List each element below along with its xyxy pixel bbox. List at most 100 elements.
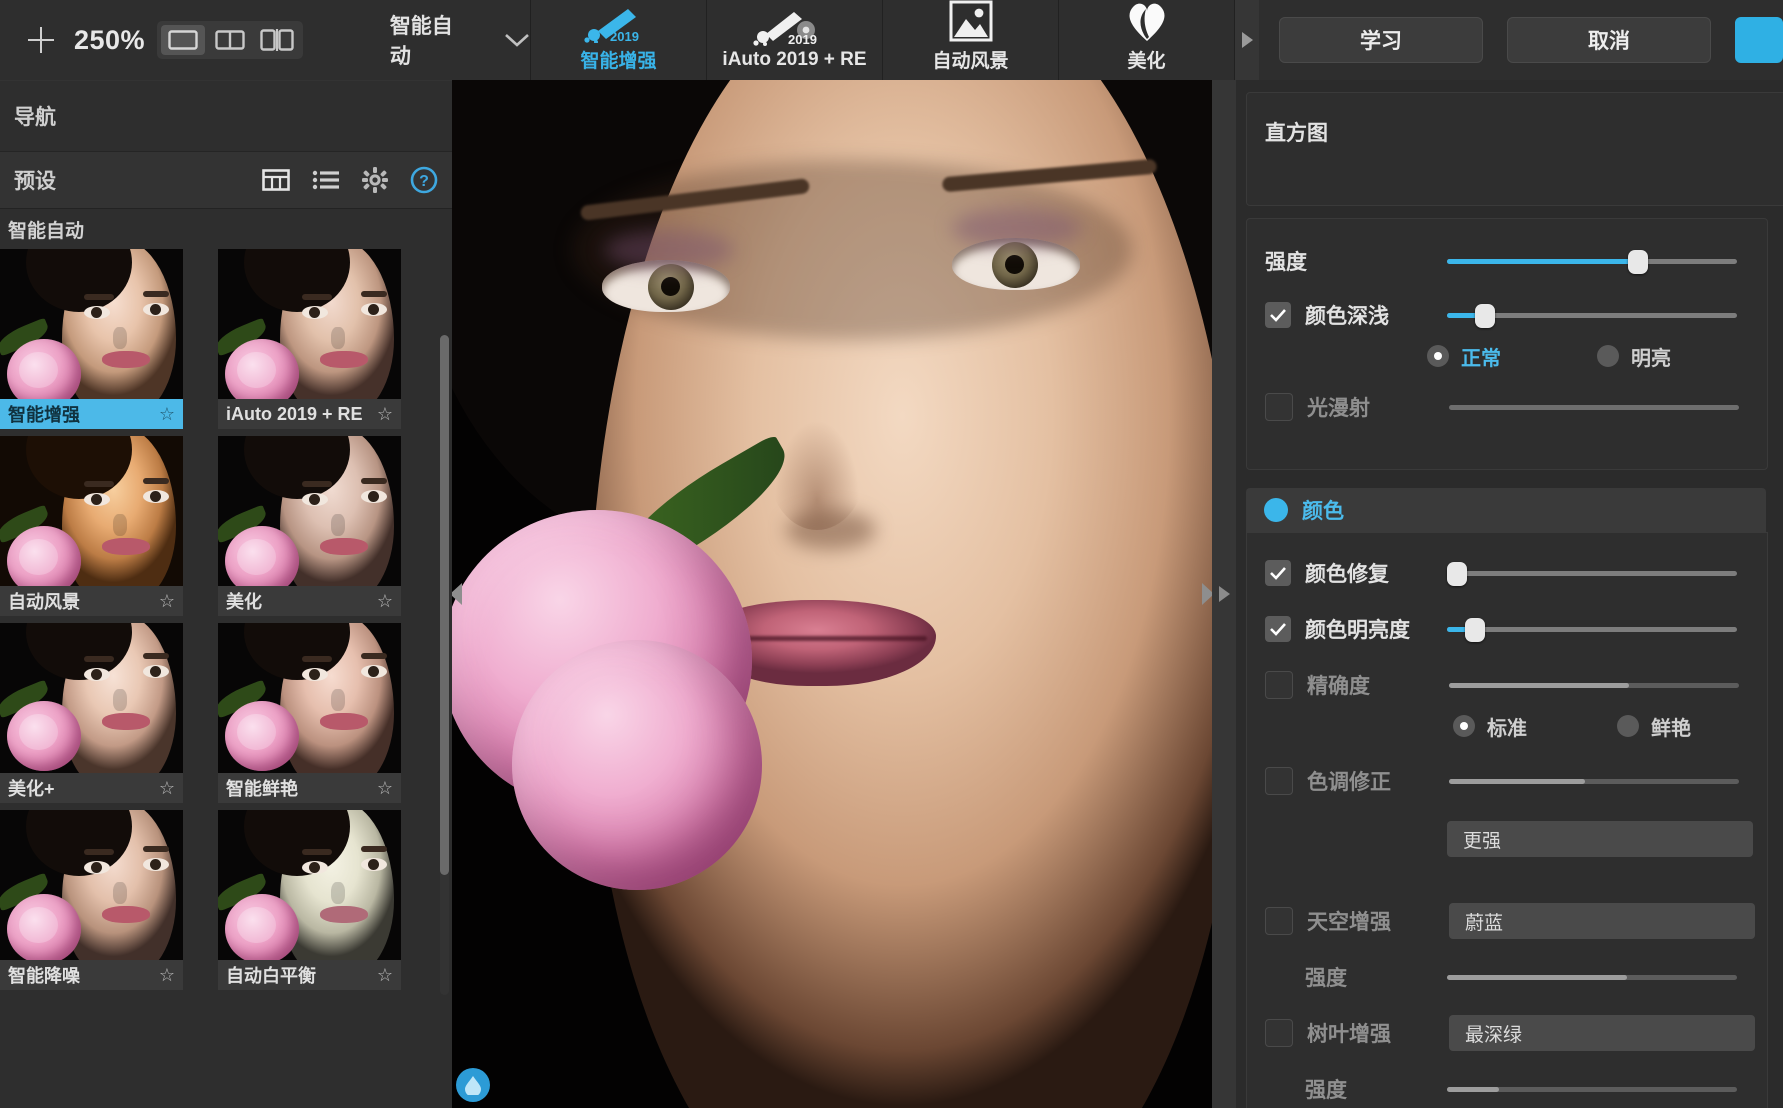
preset-card-2[interactable]: 自动风景 ☆ bbox=[0, 436, 183, 616]
preset-thumbnail[interactable] bbox=[218, 436, 401, 586]
water-drop-icon[interactable] bbox=[456, 1068, 490, 1102]
tone-radio-normal[interactable]: 正常 bbox=[1427, 342, 1501, 371]
preset-card-1[interactable]: iAuto 2019 + RE ☆ bbox=[218, 249, 401, 429]
preset-caption: 自动风景 ☆ bbox=[0, 586, 183, 616]
mode-selector[interactable]: 智能自动 bbox=[390, 10, 530, 70]
preset-card-7[interactable]: 自动白平衡 ☆ bbox=[218, 810, 401, 990]
toolbar-preset-iauto-re[interactable]: 2019 iAuto 2019 + RE bbox=[707, 0, 883, 80]
preset-caption: 智能降噪 ☆ bbox=[0, 960, 183, 990]
favorite-star-icon[interactable]: ☆ bbox=[377, 965, 393, 986]
preset-grid: 智能增强 ☆ iAuto 2019 + RE ☆ 自动风景 ☆ 美化 ☆ 美化+… bbox=[0, 249, 452, 997]
strength-label: 强度 bbox=[1265, 251, 1307, 274]
color-restore-slider[interactable] bbox=[1446, 562, 1737, 586]
leaf-enhance-checkbox[interactable] bbox=[1265, 1019, 1293, 1047]
color-brightness-checkbox[interactable] bbox=[1265, 616, 1291, 642]
accuracy-row: 精确度 bbox=[1247, 665, 1767, 705]
compare-pane-icon[interactable] bbox=[255, 25, 299, 55]
strength-card: 强度 颜色深浅 正常 明亮 光漫射 bbox=[1246, 218, 1768, 470]
sky-enhance-label: 天空增强 bbox=[1307, 911, 1391, 934]
toolbar-scroll-right-icon[interactable] bbox=[1235, 0, 1259, 80]
navigator-header[interactable]: 导航 bbox=[0, 80, 452, 152]
preset-thumbnail[interactable] bbox=[218, 249, 401, 399]
favorite-star-icon[interactable]: ☆ bbox=[377, 778, 393, 799]
triangle-left-icon[interactable] bbox=[452, 577, 466, 611]
preset-caption: iAuto 2019 + RE ☆ bbox=[218, 399, 401, 429]
preset-scrollbar[interactable] bbox=[440, 335, 449, 995]
favorite-star-icon[interactable]: ☆ bbox=[377, 591, 393, 612]
face-tone-checkbox[interactable] bbox=[1265, 302, 1291, 328]
preset-card-6[interactable]: 智能降噪 ☆ bbox=[0, 810, 183, 990]
accuracy-radio-vivid[interactable]: 鲜艳 bbox=[1617, 712, 1691, 741]
preset-card-0[interactable]: 智能增强 ☆ bbox=[0, 249, 183, 429]
sky-strength-slider[interactable] bbox=[1447, 972, 1737, 982]
canvas-viewport[interactable] bbox=[452, 80, 1212, 1108]
tone-radio-label: 明亮 bbox=[1631, 347, 1671, 370]
color-brightness-slider[interactable] bbox=[1447, 618, 1737, 642]
sky-enhance-checkbox[interactable] bbox=[1265, 907, 1293, 935]
face-tone-slider[interactable] bbox=[1447, 304, 1737, 328]
accuracy-checkbox[interactable] bbox=[1265, 671, 1293, 699]
learn-button[interactable]: 学习 bbox=[1279, 17, 1483, 63]
tone-radio-group: 正常 明亮 bbox=[1247, 335, 1767, 377]
view-mode-group bbox=[157, 21, 304, 59]
image-canvas[interactable] bbox=[452, 80, 1212, 1108]
preset-label: 自动风景 bbox=[8, 592, 80, 612]
preset-caption: 智能鲜艳 ☆ bbox=[218, 773, 401, 803]
preset-label: 智能增强 bbox=[8, 405, 80, 425]
glow-diffuse-checkbox[interactable] bbox=[1265, 393, 1293, 421]
preset-thumbnail[interactable] bbox=[218, 623, 401, 773]
sky-enhance-option-select[interactable]: 蔚蓝 bbox=[1449, 903, 1755, 939]
split-pane-icon[interactable] bbox=[208, 25, 252, 55]
list-view-icon[interactable] bbox=[312, 169, 340, 191]
preset-thumbnail[interactable] bbox=[0, 249, 183, 399]
strength-slider[interactable] bbox=[1447, 250, 1737, 274]
favorite-star-icon[interactable]: ☆ bbox=[159, 404, 175, 425]
color-section-bullet-icon bbox=[1264, 498, 1288, 522]
color-restore-checkbox[interactable] bbox=[1265, 560, 1291, 586]
grid-view-icon[interactable] bbox=[262, 169, 290, 191]
accuracy-slider[interactable] bbox=[1449, 680, 1739, 690]
preset-thumbnail[interactable] bbox=[0, 810, 183, 960]
glow-diffuse-slider[interactable] bbox=[1449, 402, 1739, 412]
favorite-star-icon[interactable]: ☆ bbox=[377, 404, 393, 425]
help-icon[interactable]: ? bbox=[410, 166, 438, 194]
radio-dot-icon bbox=[1597, 345, 1619, 367]
chevron-down-icon[interactable] bbox=[504, 25, 530, 55]
cancel-button[interactable]: 取消 bbox=[1507, 17, 1711, 63]
svg-text:?: ? bbox=[419, 173, 429, 190]
color-section-header[interactable]: 颜色 bbox=[1246, 488, 1766, 532]
tone-correction-checkbox[interactable] bbox=[1265, 767, 1293, 795]
tone-radio-label: 正常 bbox=[1461, 347, 1501, 370]
triangle-right-icon[interactable] bbox=[1198, 577, 1212, 611]
preset-card-4[interactable]: 美化+ ☆ bbox=[0, 623, 183, 803]
navigator-title: 导航 bbox=[14, 106, 56, 129]
favorite-star-icon[interactable]: ☆ bbox=[159, 965, 175, 986]
top-toolbar: 250% 智能自动 2019 智能增强 2019 iAuto 2019 + RE… bbox=[0, 0, 1783, 81]
face-tone-row: 颜色深浅 bbox=[1247, 295, 1767, 335]
preset-scrollbar-thumb[interactable] bbox=[440, 335, 449, 875]
tone-correction-option-select[interactable]: 更强 bbox=[1447, 821, 1753, 857]
toolbar-left-group: 250% bbox=[0, 0, 380, 80]
toolbar-preset-smart-enhance[interactable]: 2019 智能增强 bbox=[531, 0, 707, 80]
favorite-star-icon[interactable]: ☆ bbox=[159, 591, 175, 612]
tone-radio-bright[interactable]: 明亮 bbox=[1597, 342, 1671, 371]
single-pane-icon[interactable] bbox=[161, 25, 206, 55]
apply-button[interactable] bbox=[1735, 17, 1783, 63]
right-panel-collapse-rail[interactable] bbox=[1212, 80, 1236, 1108]
preset-thumbnail[interactable] bbox=[218, 810, 401, 960]
leaf-enhance-option-select[interactable]: 最深绿 bbox=[1449, 1015, 1755, 1051]
glow-diffuse-label: 光漫射 bbox=[1307, 397, 1370, 420]
plus-icon[interactable] bbox=[22, 21, 60, 59]
right-panel-content: 直方图 强度 颜色深浅 正常 明亮 光漫射 颜色 颜色修复 颜色明亮度 精确度 … bbox=[1236, 80, 1783, 1108]
accuracy-radio-standard[interactable]: 标准 bbox=[1453, 712, 1527, 741]
preset-card-3[interactable]: 美化 ☆ bbox=[218, 436, 401, 616]
preset-thumbnail[interactable] bbox=[0, 623, 183, 773]
leaf-strength-slider[interactable] bbox=[1447, 1084, 1737, 1094]
toolbar-preset-auto-landscape[interactable]: 自动风景 bbox=[883, 0, 1059, 80]
tone-correction-slider[interactable] bbox=[1449, 776, 1739, 786]
preset-thumbnail[interactable] bbox=[0, 436, 183, 586]
gear-icon[interactable] bbox=[362, 167, 388, 193]
preset-card-5[interactable]: 智能鲜艳 ☆ bbox=[218, 623, 401, 803]
favorite-star-icon[interactable]: ☆ bbox=[159, 778, 175, 799]
toolbar-preset-beautify[interactable]: 美化 bbox=[1059, 0, 1235, 80]
